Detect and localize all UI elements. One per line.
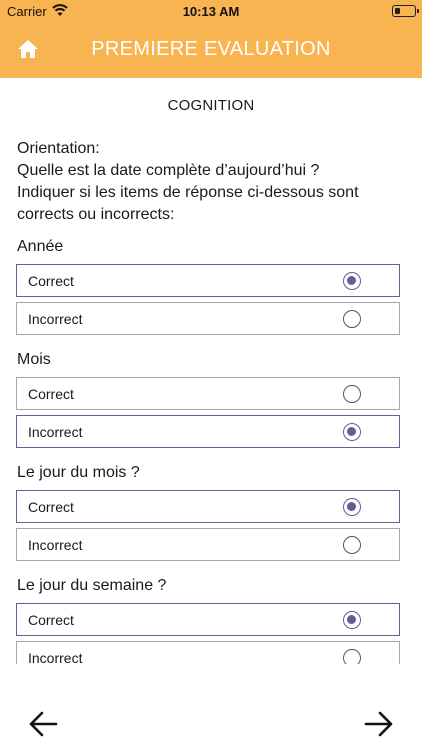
radio-selected-dot bbox=[347, 615, 356, 624]
option-mois-correct[interactable]: Correct bbox=[16, 377, 400, 410]
radio-icon bbox=[343, 423, 361, 441]
option-annee-correct[interactable]: Correct bbox=[16, 264, 400, 297]
option-annee-incorrect[interactable]: Incorrect bbox=[16, 302, 400, 335]
question-label-mois: Mois bbox=[17, 351, 51, 368]
option-label: Correct bbox=[28, 612, 74, 628]
radio-selected-dot bbox=[347, 502, 356, 511]
radio-icon bbox=[343, 272, 361, 290]
question-label-jour-du-semaine: Le jour du semaine ? bbox=[17, 577, 167, 594]
option-jour-du-mois-incorrect[interactable]: Incorrect bbox=[16, 528, 400, 561]
arrow-left-icon[interactable] bbox=[27, 708, 59, 740]
arrow-right-icon[interactable] bbox=[363, 708, 395, 740]
option-label: Correct bbox=[28, 273, 74, 289]
page-title: PREMIERE EVALUATION bbox=[91, 38, 331, 60]
option-label: Incorrect bbox=[28, 650, 83, 664]
radio-selected-dot bbox=[347, 276, 356, 285]
instruction-line: Orientation: bbox=[17, 140, 100, 157]
option-mois-incorrect[interactable]: Incorrect bbox=[16, 415, 400, 448]
option-label: Correct bbox=[28, 386, 74, 402]
option-jour-du-mois-correct[interactable]: Correct bbox=[16, 490, 400, 523]
option-jour-du-semaine-incorrect[interactable]: Incorrect bbox=[16, 641, 400, 664]
radio-icon bbox=[343, 649, 361, 664]
question-label-annee: Année bbox=[17, 238, 64, 255]
battery-icon bbox=[392, 5, 419, 17]
option-label: Incorrect bbox=[28, 424, 83, 440]
instruction-line: Quelle est la date complète d’aujourd’hu… bbox=[17, 162, 320, 179]
radio-icon bbox=[343, 536, 361, 554]
app-header: Carrier 10:13 AM PREMIERE EVALUATION bbox=[0, 0, 422, 78]
status-time: 10:13 AM bbox=[182, 4, 240, 19]
radio-icon bbox=[343, 498, 361, 516]
status-bar: Carrier 10:13 AM bbox=[0, 0, 422, 22]
form-scroll-area[interactable]: COGNITION Orientation: Quelle est la dat… bbox=[0, 78, 422, 664]
question-instructions: Orientation: Quelle est la date complète… bbox=[17, 138, 417, 226]
radio-icon bbox=[343, 611, 361, 629]
option-jour-du-semaine-correct[interactable]: Correct bbox=[16, 603, 400, 636]
instruction-line: corrects ou incorrects: bbox=[17, 206, 175, 223]
instruction-line: Indiquer si les items de réponse ci-dess… bbox=[17, 184, 359, 201]
option-label: Incorrect bbox=[28, 311, 83, 327]
section-title: COGNITION bbox=[167, 97, 255, 114]
option-label: Correct bbox=[28, 499, 74, 515]
radio-selected-dot bbox=[347, 427, 356, 436]
radio-icon bbox=[343, 385, 361, 403]
radio-icon bbox=[343, 310, 361, 328]
question-label-jour-du-mois: Le jour du mois ? bbox=[17, 464, 140, 481]
option-label: Incorrect bbox=[28, 537, 83, 553]
